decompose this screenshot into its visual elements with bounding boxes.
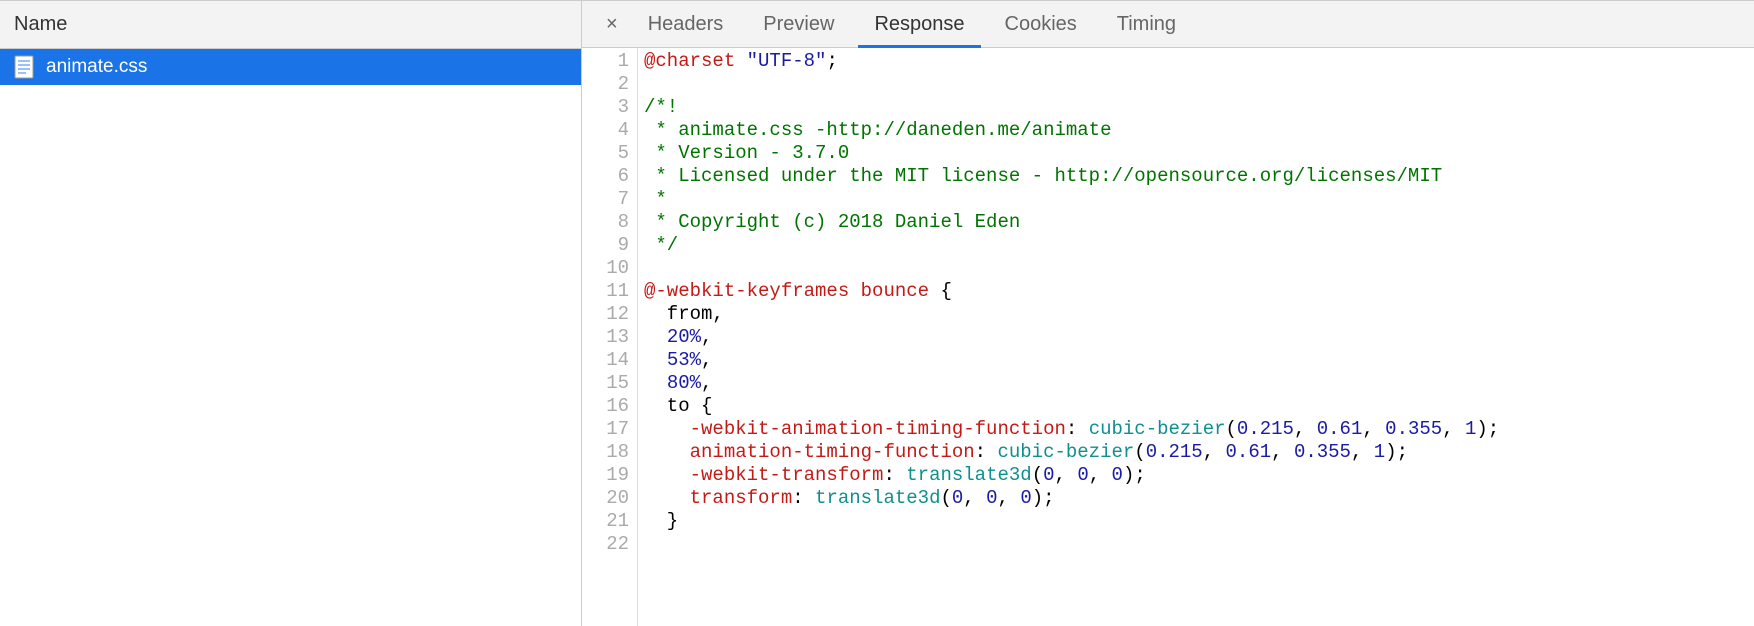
name-column-header[interactable]: Name: [0, 0, 581, 49]
line-number: 19: [594, 464, 629, 487]
line-number: 5: [594, 142, 629, 165]
code-line: to {: [644, 395, 1499, 418]
code-line: * Version - 3.7.0: [644, 142, 1499, 165]
code-line: @-webkit-keyframes bounce {: [644, 280, 1499, 303]
tab-timing[interactable]: Timing: [1101, 2, 1192, 47]
code-line: *: [644, 188, 1499, 211]
code-line: * Copyright (c) 2018 Daniel Eden: [644, 211, 1499, 234]
code-content[interactable]: @charset "UTF-8"; /*! * animate.css -htt…: [638, 48, 1499, 626]
close-icon[interactable]: ×: [596, 13, 628, 36]
code-line: animation-timing-function: cubic-bezier(…: [644, 441, 1499, 464]
file-row[interactable]: animate.css: [0, 49, 581, 85]
details-panel: × HeadersPreviewResponseCookiesTiming 12…: [582, 0, 1754, 626]
code-line: * animate.css -http://daneden.me/animate: [644, 119, 1499, 142]
network-requests-panel: Name animate.css: [0, 0, 582, 626]
code-line: 53%,: [644, 349, 1499, 372]
code-line: @charset "UTF-8";: [644, 50, 1499, 73]
code-line: [644, 257, 1499, 280]
line-number: 20: [594, 487, 629, 510]
code-line: * Licensed under the MIT license - http:…: [644, 165, 1499, 188]
line-number: 13: [594, 326, 629, 349]
line-number: 9: [594, 234, 629, 257]
line-number: 6: [594, 165, 629, 188]
response-code-viewer[interactable]: 12345678910111213141516171819202122 @cha…: [582, 48, 1754, 626]
line-number: 14: [594, 349, 629, 372]
code-line: */: [644, 234, 1499, 257]
line-number: 21: [594, 510, 629, 533]
code-line: }: [644, 510, 1499, 533]
code-line: from,: [644, 303, 1499, 326]
tab-response[interactable]: Response: [858, 2, 980, 47]
details-tab-bar: × HeadersPreviewResponseCookiesTiming: [582, 0, 1754, 48]
line-number: 4: [594, 119, 629, 142]
line-number: 12: [594, 303, 629, 326]
line-number: 15: [594, 372, 629, 395]
tab-headers[interactable]: Headers: [632, 2, 740, 47]
code-line: -webkit-transform: translate3d(0, 0, 0);: [644, 464, 1499, 487]
file-list: animate.css: [0, 49, 581, 626]
file-name-label: animate.css: [46, 56, 147, 78]
line-number: 7: [594, 188, 629, 211]
line-number: 2: [594, 73, 629, 96]
code-line: [644, 73, 1499, 96]
code-line: -webkit-animation-timing-function: cubic…: [644, 418, 1499, 441]
code-line: [644, 533, 1499, 556]
code-line: 20%,: [644, 326, 1499, 349]
tab-cookies[interactable]: Cookies: [989, 2, 1093, 47]
line-number: 10: [594, 257, 629, 280]
line-number: 16: [594, 395, 629, 418]
line-number: 17: [594, 418, 629, 441]
code-line: 80%,: [644, 372, 1499, 395]
code-line: transform: translate3d(0, 0, 0);: [644, 487, 1499, 510]
line-number: 18: [594, 441, 629, 464]
line-number: 22: [594, 533, 629, 556]
tab-preview[interactable]: Preview: [747, 2, 850, 47]
code-line: /*!: [644, 96, 1499, 119]
line-number: 1: [594, 50, 629, 73]
line-number-gutter: 12345678910111213141516171819202122: [582, 48, 638, 626]
file-icon: [14, 55, 34, 79]
line-number: 11: [594, 280, 629, 303]
line-number: 8: [594, 211, 629, 234]
line-number: 3: [594, 96, 629, 119]
